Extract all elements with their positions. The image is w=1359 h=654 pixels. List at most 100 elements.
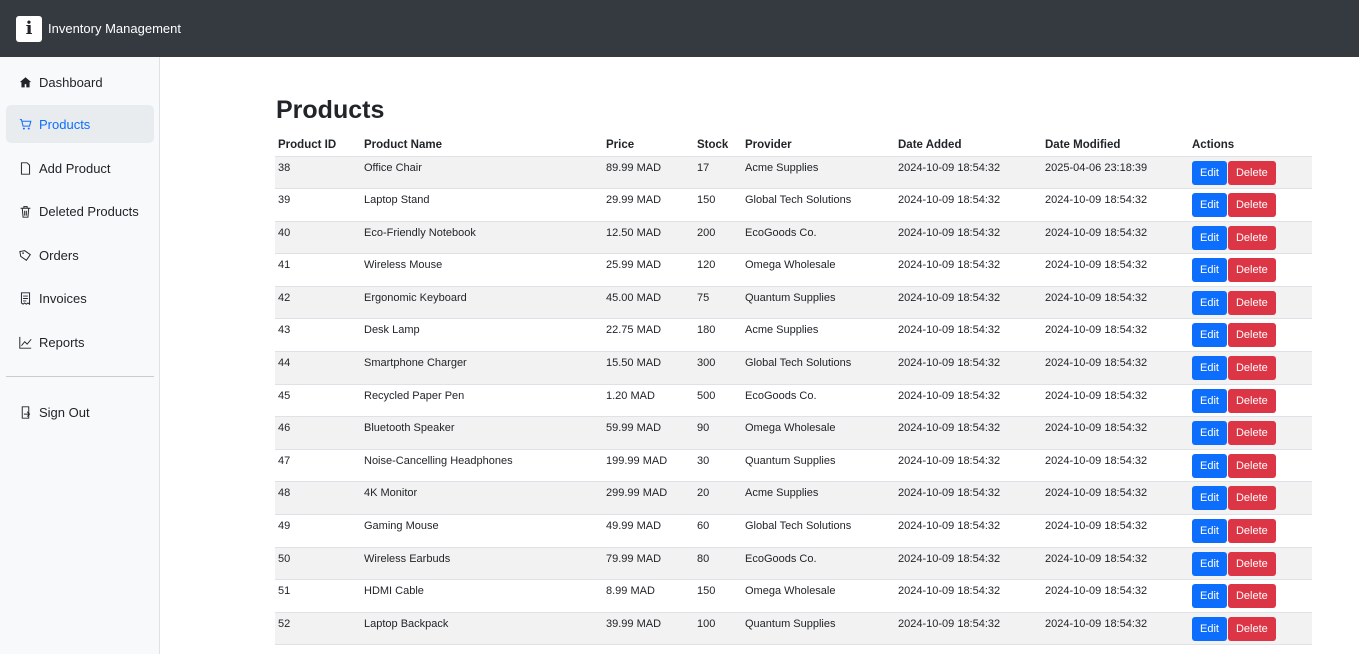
column-header: Actions (1189, 134, 1312, 157)
actions-cell: Edit Delete (1189, 416, 1312, 450)
actions-cell: Edit Delete (1189, 351, 1312, 385)
delete-button[interactable]: Delete (1227, 616, 1276, 641)
price-cell: 12.50 MAD (603, 221, 694, 255)
edit-button[interactable]: Edit (1192, 323, 1227, 348)
product-id-cell: 46 (275, 416, 361, 450)
delete-button[interactable]: Delete (1227, 453, 1276, 478)
table-row: 44 Smartphone Charger 15.50 MAD 300 Global T… (275, 351, 1312, 385)
edit-button[interactable]: Edit (1192, 421, 1227, 446)
product-name-cell: Laptop Backpack (361, 612, 603, 646)
edit-button[interactable]: Edit (1192, 258, 1227, 283)
stock-cell: 30 (694, 449, 742, 483)
sidebar-item-deleted-products[interactable]: Deleted Products (6, 192, 154, 230)
delete-button[interactable]: Delete (1227, 388, 1276, 413)
delete-button[interactable]: Delete (1227, 519, 1276, 544)
date-modified-cell: 2024-10-09 18:54:32 (1042, 449, 1189, 483)
provider-cell: Quantum Supplies (742, 286, 895, 320)
stock-cell: 300 (694, 351, 742, 385)
sidebar-item-products[interactable]: Products (6, 105, 154, 143)
delete-button[interactable]: Delete (1227, 225, 1276, 250)
table-row: 48 4K Monitor 299.99 MAD 20 Acme Supplies 202… (275, 481, 1312, 516)
stock-cell: 60 (694, 514, 742, 548)
product-name-cell: Wireless Mouse (361, 253, 603, 287)
product-id-cell: 45 (275, 384, 361, 418)
table-row: 45 Recycled Paper Pen 1.20 MAD 500 EcoGoods … (275, 384, 1312, 418)
edit-button[interactable]: Edit (1192, 356, 1227, 381)
product-id-cell: 42 (275, 286, 361, 320)
product-id-cell: 39 (275, 188, 361, 222)
product-id-cell: 38 (275, 156, 361, 190)
product-name-cell: Smartphone Charger (361, 351, 603, 385)
product-name-cell: HDMI Cable (361, 579, 603, 613)
date-added-cell: 2024-10-09 18:54:32 (895, 156, 1042, 190)
app-logo[interactable]: i (16, 15, 42, 42)
provider-cell: Global Tech Solutions (742, 514, 895, 548)
date-modified-cell: 2024-10-09 18:54:32 (1042, 514, 1189, 548)
price-cell: 1.20 MAD (603, 384, 694, 418)
edit-button[interactable]: Edit (1192, 388, 1227, 413)
delete-button[interactable]: Delete (1227, 290, 1276, 315)
edit-button[interactable]: Edit (1192, 225, 1227, 250)
date-modified-cell: 2024-10-09 18:54:32 (1042, 547, 1189, 581)
product-name-cell: Desk Lamp (361, 318, 603, 353)
delete-button[interactable]: Delete (1227, 421, 1276, 446)
table-row: 41 Wireless Mouse 25.99 MAD 120 Omega Wholes… (275, 253, 1312, 287)
sidebar-item-reports[interactable]: Reports (6, 323, 154, 361)
chart-icon (18, 335, 32, 349)
delete-button[interactable]: Delete (1227, 193, 1276, 218)
edit-button[interactable]: Edit (1192, 290, 1227, 315)
table-row: 43 Desk Lamp 22.75 MAD 180 Acme Supplies 2024… (275, 318, 1312, 353)
edit-button[interactable]: Edit (1192, 519, 1227, 544)
product-id-cell: 52 (275, 612, 361, 646)
stock-cell: 180 (694, 318, 742, 353)
delete-button[interactable]: Delete (1227, 323, 1276, 348)
sidebar-item-orders[interactable]: Orders (6, 236, 154, 274)
table-row: 46 Bluetooth Speaker 59.99 MAD 90 Omega Whol… (275, 416, 1312, 450)
delete-button[interactable]: Delete (1227, 258, 1276, 283)
price-cell: 22.75 MAD (603, 318, 694, 353)
edit-button[interactable]: Edit (1192, 584, 1227, 609)
product-name-cell: Gaming Mouse (361, 514, 603, 548)
edit-button[interactable]: Edit (1192, 193, 1227, 218)
date-added-cell: 2024-10-09 18:54:32 (895, 253, 1042, 287)
delete-button[interactable]: Delete (1227, 486, 1276, 511)
page-title: Products (276, 96, 385, 124)
sidebar-item-sign-out[interactable]: Sign Out (6, 393, 154, 431)
price-cell: 49.99 MAD (603, 514, 694, 548)
sidebar-item-add-product[interactable]: Add Product (6, 149, 154, 187)
delete-button[interactable]: Delete (1227, 551, 1276, 576)
product-name-cell: Wireless Earbuds (361, 547, 603, 581)
app-title[interactable]: Inventory Management (48, 21, 181, 36)
product-name-cell: Eco-Friendly Notebook (361, 221, 603, 255)
actions-cell: Edit Delete (1189, 188, 1312, 222)
date-modified-cell: 2024-10-09 18:54:32 (1042, 221, 1189, 255)
sidebar-item-invoices[interactable]: Invoices (6, 279, 154, 317)
date-modified-cell: 2024-10-09 18:54:32 (1042, 188, 1189, 222)
price-cell: 25.99 MAD (603, 253, 694, 287)
delete-button[interactable]: Delete (1227, 356, 1276, 381)
date-added-cell: 2024-10-09 18:54:32 (895, 449, 1042, 483)
price-cell: 59.99 MAD (603, 416, 694, 450)
actions-cell: Edit Delete (1189, 221, 1312, 255)
cart-icon (18, 117, 32, 131)
provider-cell: EcoGoods Co. (742, 384, 895, 418)
actions-cell: Edit Delete (1189, 156, 1312, 190)
date-modified-cell: 2024-10-09 18:54:32 (1042, 481, 1189, 516)
sidebar-item-dashboard[interactable]: Dashboard (6, 63, 154, 101)
edit-button[interactable]: Edit (1192, 486, 1227, 511)
actions-cell: Edit Delete (1189, 612, 1312, 646)
delete-button[interactable]: Delete (1227, 584, 1276, 609)
date-added-cell: 2024-10-09 18:54:32 (895, 221, 1042, 255)
delete-button[interactable]: Delete (1227, 160, 1276, 185)
table-row: 51 HDMI Cable 8.99 MAD 150 Omega Wholesale 20… (275, 579, 1312, 613)
edit-button[interactable]: Edit (1192, 551, 1227, 576)
edit-button[interactable]: Edit (1192, 616, 1227, 641)
edit-button[interactable]: Edit (1192, 160, 1227, 185)
table-row: 52 Laptop Backpack 39.99 MAD 100 Quantum Sup… (275, 612, 1312, 646)
price-cell: 39.99 MAD (603, 612, 694, 646)
provider-cell: Quantum Supplies (742, 449, 895, 483)
sidebar-item-label: Dashboard (39, 74, 103, 90)
edit-button[interactable]: Edit (1192, 453, 1227, 478)
product-name-cell: Ergonomic Keyboard (361, 286, 603, 320)
column-header: Price (603, 134, 694, 157)
